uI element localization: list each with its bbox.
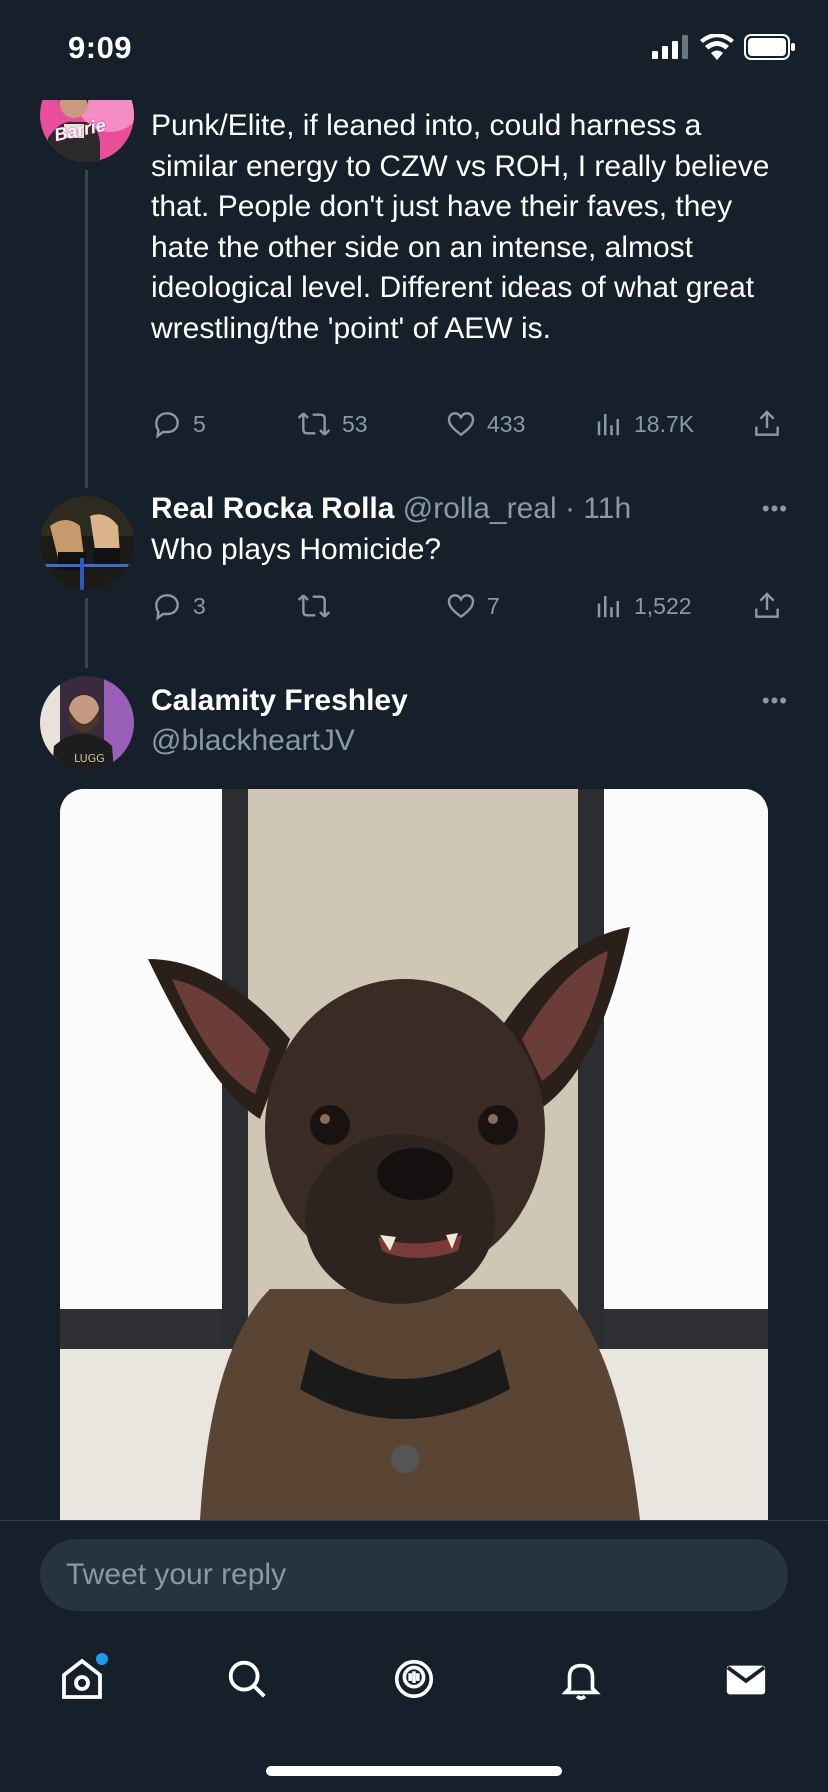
battery-icon [744, 34, 795, 60]
status-bar: 9:09 [0, 0, 828, 100]
status-time: 9:09 [68, 30, 133, 65]
tweet-media-image[interactable] [60, 789, 768, 1520]
tab-notifications[interactable] [541, 1639, 621, 1719]
share-button[interactable] [751, 590, 783, 622]
handle[interactable]: @rolla_real [403, 492, 557, 525]
display-name[interactable]: Calamity Freshley [151, 684, 408, 717]
timestamp: · 11h [564, 492, 632, 525]
messages-icon [726, 1665, 766, 1695]
retweet-icon [297, 594, 331, 618]
views-icon [597, 596, 619, 618]
views-icon [597, 414, 619, 436]
cellular-signal-icon [652, 35, 688, 59]
share-icon [755, 410, 779, 436]
share-icon [755, 592, 779, 618]
reply-count: 5 [193, 410, 206, 437]
heart-icon [447, 594, 475, 619]
retweet-icon [297, 412, 331, 436]
reply-input[interactable] [40, 1539, 788, 1611]
more-options-icon[interactable]: ••• [762, 688, 788, 714]
notifications-icon [561, 1663, 601, 1700]
like-button[interactable]: 7 [445, 590, 500, 622]
more-options-icon[interactable]: ••• [762, 496, 788, 522]
reply-icon [155, 412, 179, 439]
tweet-text: Punk/Elite, if leaned into, could harnes… [151, 109, 770, 345]
wifi-icon [700, 34, 734, 60]
share-button[interactable] [751, 408, 783, 440]
heart-icon [447, 412, 475, 437]
views-button[interactable]: 18.7K [594, 408, 694, 440]
tab-spaces[interactable] [374, 1639, 454, 1719]
tab-search[interactable] [207, 1639, 287, 1719]
tab-home[interactable] [42, 1639, 122, 1719]
tab-bar [0, 1639, 828, 1719]
handle[interactable]: @blackheartJV [151, 724, 355, 757]
svg-text:LUGG: LUGG [74, 752, 105, 765]
reply-icon [155, 594, 179, 621]
spaces-icon [394, 1659, 434, 1699]
views-count: 18.7K [634, 410, 695, 437]
avatar[interactable]: LUGG [40, 676, 134, 770]
like-count: 7 [487, 592, 500, 619]
tweet-text: Who plays Homicide? [151, 533, 442, 566]
bottom-bar [0, 1520, 828, 1792]
retweet-count: 53 [342, 410, 368, 437]
display-name[interactable]: Real Rocka Rolla [151, 492, 394, 525]
retweet-button[interactable] [296, 590, 342, 622]
thread-line [85, 170, 88, 488]
reply-button[interactable]: 3 [151, 590, 206, 622]
like-button[interactable]: 433 [445, 408, 525, 440]
reply-button[interactable]: 5 [151, 408, 206, 440]
like-count: 433 [487, 410, 526, 437]
search-icon [228, 1660, 266, 1698]
tweet-actions: 5 53 433 18.7K [151, 408, 788, 448]
home-indicator [266, 1766, 562, 1776]
avatar[interactable] [40, 496, 134, 590]
dog-photo [60, 789, 768, 1520]
tab-messages[interactable] [706, 1639, 786, 1719]
views-button[interactable]: 1,522 [594, 590, 692, 622]
views-count: 1,522 [634, 592, 692, 619]
retweet-button[interactable]: 53 [296, 408, 368, 440]
reply-count: 3 [193, 592, 206, 619]
tweet-actions: 3 7 1,522 [151, 590, 788, 630]
thread-line [85, 598, 88, 668]
notification-dot [96, 1653, 108, 1665]
